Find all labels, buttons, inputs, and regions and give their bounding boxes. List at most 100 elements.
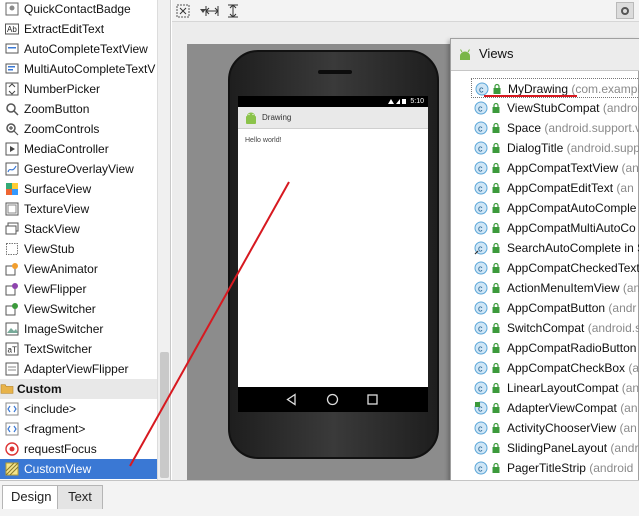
stack-view-icon [5,222,19,235]
palette-item-label: ImageSwitcher [24,322,104,336]
view-item-space[interactable]: c Space (android.support.v [471,118,639,138]
tab-design[interactable]: Design [2,485,61,509]
view-item-linear-layout-compat[interactable]: c LinearLayoutCompat (an [471,378,639,398]
view-item-dialog-title[interactable]: c DialogTitle (android.supp [471,138,639,158]
palette-item-request-focus[interactable]: requestFocus [0,439,157,459]
palette-item-label: SurfaceView [24,182,92,196]
zoom-fit-icon [176,4,190,17]
device-screen[interactable]: 5:10 Drawing Hello world! [238,96,428,412]
palette-item-label: ZoomButton [24,102,90,116]
palette-item-label: NumberPicker [24,82,101,96]
views-popup[interactable]: Views c MyDrawing (com.exampl c ViewStubCom… [450,38,639,516]
view-item-sliding-pane-layout[interactable]: c SlidingPaneLayout (andr [471,438,639,458]
palette-item-extract-edit-text[interactable]: Ab ExtractEditText [0,19,157,39]
view-item-app-compat-radio-button[interactable]: cAppCompatRadioButton (a [471,338,639,358]
svg-text:c: c [478,324,483,334]
class-icon: c [474,401,488,415]
palette-item-include[interactable]: <include> [0,399,157,419]
extract-edit-text-icon: Ab [5,23,19,35]
svg-text:c: c [478,244,483,254]
lock-icon [492,402,500,413]
surface-view-icon [6,183,18,195]
palette-item-label: MultiAutoCompleteTextV [24,62,156,76]
lock-icon [492,302,500,313]
view-item-package: (androi [602,101,639,115]
lock-icon [492,362,500,373]
tab-text[interactable]: Text [57,485,103,509]
class-icon: c [474,141,488,155]
palette-item-surface-view[interactable]: SurfaceView [0,179,157,199]
autocomplete-text-icon [5,43,19,54]
palette-scrollbar[interactable] [157,0,170,480]
view-item-name: AppCompatAutoComple [507,201,637,215]
view-switcher-icon [5,303,18,316]
settings-button[interactable] [616,2,634,19]
palette-item-text-switcher[interactable]: aT TextSwitcher [0,339,157,359]
resize-horizontal-button[interactable] [203,2,221,19]
lock-icon [492,162,500,173]
palette-item-view-switcher[interactable]: ViewSwitcher [0,299,157,319]
palette-item-adapter-view-flipper[interactable]: AdapterViewFlipper [0,359,157,379]
editor-mode-tabs: Design Text [0,480,639,516]
palette-item-quick-contact-badge[interactable]: QuickContactBadge [0,0,157,19]
palette-item-fragment[interactable]: <fragment> [0,419,157,439]
palette-item-media-controller[interactable]: MediaController [0,139,157,159]
lock-icon [492,222,500,233]
lock-icon [492,242,500,253]
palette-item-label: requestFocus [24,442,97,456]
view-item-view-stub-compat[interactable]: c ViewStubCompat (androi [471,98,639,118]
view-item-app-compat-check-box[interactable]: c AppCompatCheckBox (an [471,358,639,378]
palette-item-gesture-overlay-view[interactable]: GestureOverlayView [0,159,157,179]
palette-section-custom[interactable]: Custom [0,379,157,399]
palette-item-label: ViewStub [24,242,75,256]
view-item-package: (an [621,381,639,395]
signal-battery-icon [388,98,407,104]
view-item-app-compat-edit-text[interactable]: c AppCompatEditText (an [471,178,639,198]
view-item-activity-chooser-view[interactable]: c ActivityChooserView (an [471,418,639,438]
palette-item-view-flipper[interactable]: ViewFlipper [0,279,157,299]
class-icon: c [474,161,488,175]
lock-icon [492,342,500,353]
palette-item-multi-auto-complete-text-v[interactable]: MultiAutoCompleteTextV [0,59,157,79]
view-animator-icon [5,263,18,276]
palette-item-image-switcher[interactable]: ImageSwitcher [0,319,157,339]
view-item-pager-title-strip[interactable]: c PagerTitleStrip (android [471,458,639,478]
view-item-app-compat-checked-text[interactable]: c AppCompatCheckedText [471,258,639,278]
lock-icon [492,202,500,213]
palette-item-label: ExtractEditText [24,22,105,36]
palette-item-custom-view[interactable]: CustomView [0,459,157,479]
palette-item-stack-view[interactable]: StackView [0,219,157,239]
lock-icon [492,422,500,433]
view-item-name: AppCompatRadioButton [507,341,637,355]
palette-scrollbar-thumb[interactable] [160,352,169,478]
view-item-app-compat-multi-auto-co[interactable]: c AppCompatMultiAutoCo [471,218,639,238]
class-icon: c [474,221,488,235]
lock-icon [492,322,500,333]
palette-item-view-animator[interactable]: ViewAnimator [0,259,157,279]
view-item-app-compat-text-view[interactable]: c AppCompatTextView (an [471,158,639,178]
quick-contact-badge-icon [5,2,19,16]
palette-item-auto-complete-text-view[interactable]: AutoCompleteTextView [0,39,157,59]
app-action-bar: Drawing [238,107,428,129]
back-icon [286,393,296,406]
view-item-switch-compat[interactable]: c SwitchCompat (android.s [471,318,639,338]
view-item-app-compat-auto-comple[interactable]: c AppCompatAutoComple [471,198,639,218]
palette-item-number-picker[interactable]: NumberPicker [0,79,157,99]
zoom-fit-button[interactable] [174,2,192,19]
svg-text:c: c [478,204,483,214]
android-app-icon [246,112,256,124]
view-item-app-compat-button[interactable]: c AppCompatButton (andr [471,298,639,318]
palette-item-view-stub[interactable]: ViewStub [0,239,157,259]
view-item-adapter-view-compat[interactable]: c AdapterViewCompat (an [471,398,639,418]
palette-item-texture-view[interactable]: TextureView [0,199,157,219]
palette-item-zoom-button[interactable]: ZoomButton [0,99,157,119]
palette-item-zoom-controls[interactable]: ZoomControls [0,119,157,139]
request-focus-icon [5,442,19,456]
svg-text:c: c [478,164,483,174]
view-item-name: SlidingPaneLayout [507,441,608,455]
resize-vertical-button[interactable] [224,2,242,19]
palette-section-label: Custom [17,382,62,396]
hello-text[interactable]: Hello world! [245,137,282,144]
view-item-action-menu-item-view[interactable]: c ActionMenuItemView (an [471,278,639,298]
view-item-search-auto-complete-in-s[interactable]: c SearchAutoComplete in S [471,238,639,258]
